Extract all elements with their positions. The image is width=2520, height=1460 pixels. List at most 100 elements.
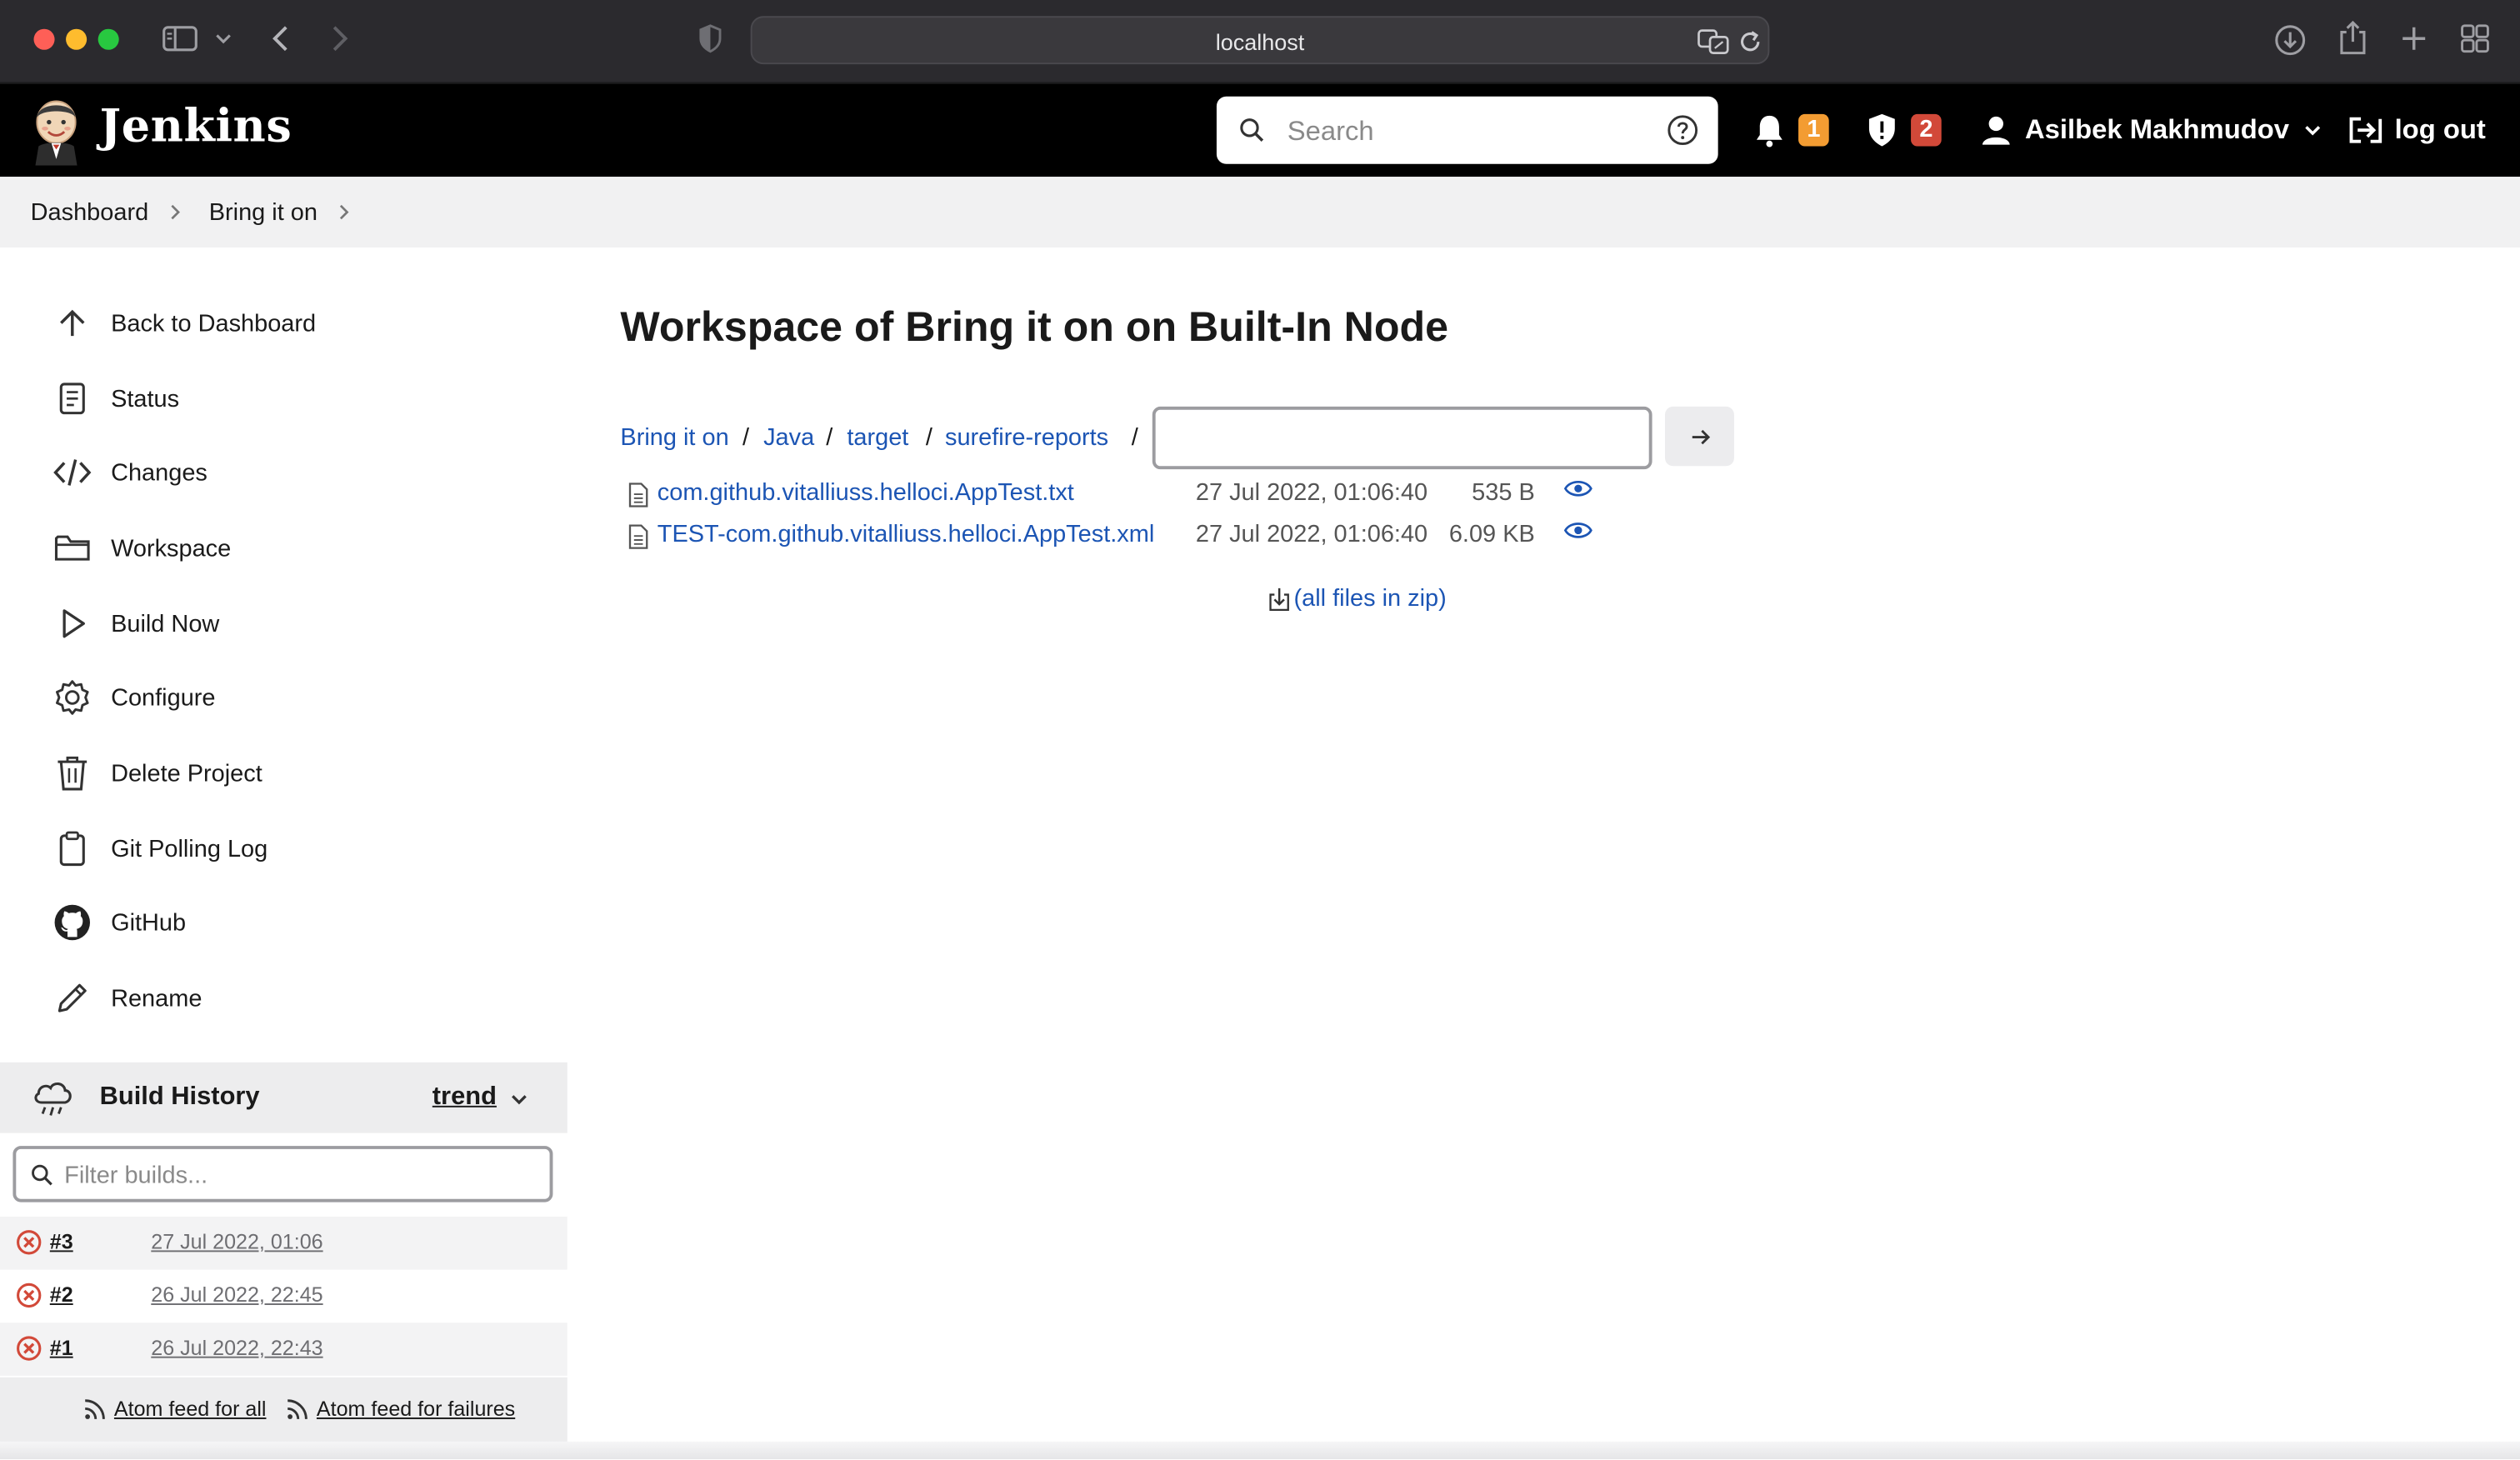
sidebar-item-label: Changes [111, 458, 208, 487]
sidebar-item-git-polling-log[interactable]: Git Polling Log [52, 820, 268, 878]
build-row: #1 26 Jul 2022, 22:43 [0, 1322, 568, 1376]
sidebar-item-label: Back to Dashboard [111, 309, 317, 338]
path-link-target[interactable]: target [847, 424, 908, 452]
file-link[interactable]: com.github.vitalliuss.helloci.AppTest.tx… [658, 479, 1074, 507]
address-bar[interactable]: localhost [750, 16, 1770, 65]
share-icon[interactable] [2337, 19, 2369, 58]
path-separator: / [742, 424, 750, 452]
build-number-link[interactable]: #3 [50, 1229, 73, 1253]
notifications-button[interactable]: 1 [1753, 83, 1829, 177]
search-input[interactable]: Search [1288, 116, 1374, 148]
zoom-window-button[interactable] [98, 28, 119, 50]
build-date-link[interactable]: 27 Jul 2022, 01:06 [151, 1229, 322, 1253]
sidebar-item-label: Status [111, 384, 180, 412]
breadcrumb-dashboard[interactable]: Dashboard [31, 199, 149, 227]
user-icon [1982, 116, 2010, 145]
minimize-window-button[interactable] [66, 28, 88, 50]
path-link-surefire-reports[interactable]: surefire-reports [945, 424, 1108, 452]
new-tab-icon[interactable] [2398, 22, 2430, 55]
notifications-badge: 1 [1798, 113, 1829, 147]
arrow-right-icon [1691, 428, 1710, 444]
jenkins-logo[interactable] [29, 95, 84, 166]
translate-icon[interactable] [1698, 28, 1730, 57]
file-size: 535 B [1472, 478, 1535, 507]
folder-icon [52, 528, 93, 569]
path-link-root[interactable]: Bring it on [620, 424, 728, 452]
view-eye-icon[interactable] [1563, 478, 1592, 500]
failed-status-icon [17, 1230, 42, 1255]
file-size: 6.09 KB [1448, 520, 1535, 548]
pencil-icon [52, 978, 93, 1019]
user-menu[interactable]: Asilbek Makhmudov [1980, 83, 2324, 177]
browser-window: localhost Jenkins Search 1 2 Asilbek Mak… [0, 0, 2520, 1460]
sidebar-item-changes[interactable]: Changes [52, 443, 208, 501]
build-row: #2 26 Jul 2022, 22:45 [0, 1270, 568, 1323]
sidebar-item-build-now[interactable]: Build Now [52, 595, 220, 652]
close-window-button[interactable] [33, 28, 55, 50]
url-host: localhost [1215, 28, 1305, 55]
build-number-link[interactable]: #2 [50, 1282, 73, 1307]
jenkins-brand[interactable]: Jenkins [100, 100, 292, 153]
security-button[interactable]: 2 [1866, 83, 1942, 177]
search-icon [32, 1164, 52, 1186]
back-arrow-icon[interactable] [267, 22, 296, 55]
reload-icon[interactable] [1738, 29, 1763, 55]
chevron-right-icon[interactable] [334, 202, 353, 222]
build-date-link[interactable]: 26 Jul 2022, 22:43 [151, 1336, 322, 1360]
forward-arrow-icon[interactable] [325, 22, 354, 55]
help-icon[interactable] [1667, 114, 1699, 147]
go-button[interactable] [1664, 406, 1734, 467]
trash-icon [52, 752, 93, 794]
play-icon [52, 602, 93, 644]
atom-feed-all-label: Atom feed for all [113, 1396, 267, 1421]
path-separator: / [826, 424, 833, 452]
downloads-icon[interactable] [2272, 22, 2308, 58]
breadcrumb: Dashboard Bring it on [0, 177, 2520, 248]
sidebar-item-label: Workspace [111, 534, 232, 562]
atom-feed-all-link[interactable]: Atom feed for all [83, 1397, 266, 1421]
search-icon [1240, 118, 1264, 142]
atom-feed-failures-link[interactable]: Atom feed for failures [286, 1397, 515, 1421]
logout-label: log out [2394, 113, 2486, 145]
build-number-link[interactable]: #1 [50, 1336, 73, 1360]
sidebar-toggle-icon[interactable] [161, 22, 199, 55]
file-row: TEST-com.github.vitalliuss.helloci.AppTe… [627, 519, 1623, 554]
rss-icon [288, 1398, 308, 1419]
path-link-java[interactable]: Java [763, 424, 814, 452]
security-badge: 2 [1911, 113, 1942, 147]
sidebar-item-delete-project[interactable]: Delete Project [52, 744, 262, 802]
sidebar-item-status[interactable]: Status [52, 370, 179, 428]
tab-overview-icon[interactable] [2459, 22, 2492, 55]
sidebar-item-workspace[interactable]: Workspace [52, 519, 232, 577]
path-separator: / [925, 424, 932, 452]
file-date: 27 Jul 2022, 01:06:40 [1195, 520, 1428, 548]
chevron-down-icon[interactable] [213, 29, 232, 48]
sidebar-item-configure[interactable]: Configure [52, 668, 216, 726]
jenkins-header: Jenkins Search 1 2 Asilbek Makhmudov log… [0, 83, 2520, 178]
privacy-shield-icon[interactable] [698, 22, 723, 55]
sidebar-item-rename[interactable]: Rename [52, 969, 202, 1027]
filter-builds-input[interactable]: Filter builds... [12, 1146, 553, 1202]
breadcrumb-project[interactable]: Bring it on [209, 199, 318, 227]
file-link[interactable]: TEST-com.github.vitalliuss.helloci.AppTe… [658, 521, 1154, 548]
github-icon [52, 902, 93, 943]
trend-link[interactable]: trend [432, 1083, 497, 1112]
document-icon [52, 378, 93, 419]
all-files-zip-link[interactable]: (all files in zip) [1268, 585, 1447, 612]
search-box[interactable]: Search [1216, 96, 1718, 164]
path-input[interactable] [1152, 406, 1652, 470]
sidebar-item-label: Build Now [111, 609, 220, 638]
build-date-link[interactable]: 26 Jul 2022, 22:45 [151, 1282, 322, 1307]
all-files-zip-label: (all files in zip) [1293, 584, 1447, 612]
arrow-up-icon [52, 302, 93, 344]
build-history-title: Build History [99, 1082, 260, 1111]
logout-button[interactable]: log out [2347, 83, 2486, 177]
failed-status-icon [17, 1282, 42, 1308]
sidebar-item-github[interactable]: GitHub [52, 893, 186, 951]
chevron-down-icon[interactable] [508, 1088, 530, 1111]
rss-icon [85, 1398, 105, 1419]
view-eye-icon[interactable] [1563, 519, 1592, 542]
file-row: com.github.vitalliuss.helloci.AppTest.tx… [627, 478, 1623, 512]
sidebar-item-back-to-dashboard[interactable]: Back to Dashboard [52, 294, 316, 352]
path-separator: / [1131, 424, 1138, 452]
